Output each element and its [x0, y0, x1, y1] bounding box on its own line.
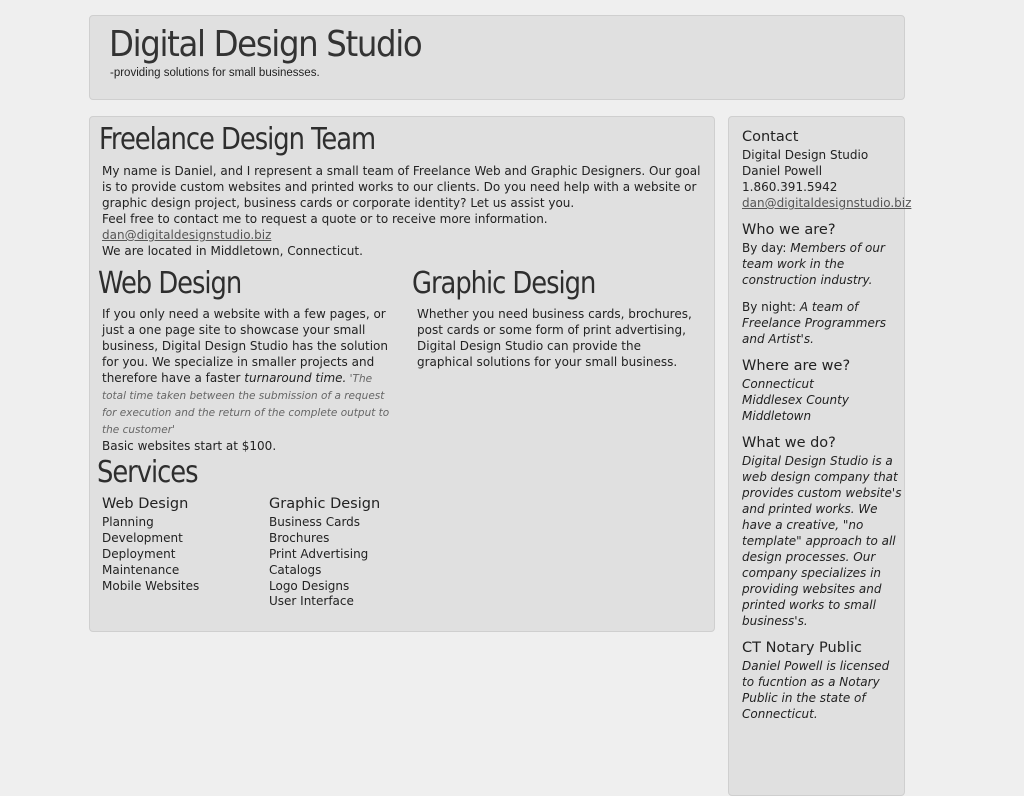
list-item: Planning	[102, 514, 154, 529]
list-item: Business Cards	[269, 514, 361, 529]
contact-company: Digital Design Studio	[742, 148, 869, 162]
where-city: Middletown	[742, 409, 812, 423]
site-title: Digital Design Studio	[109, 24, 423, 65]
site-header: Digital Design Studio -providing solutio…	[89, 15, 905, 100]
notary-section: CT Notary Public Daniel Powell is licens…	[742, 638, 902, 722]
services-graphic-column: Graphic Design Business Cards Brochures …	[269, 496, 429, 610]
what-heading: What we do?	[742, 435, 836, 451]
site-tagline: -providing solutions for small businesse…	[110, 67, 320, 79]
main-content-panel: Freelance Design Team My name is Daniel,…	[89, 116, 715, 632]
who-heading: Who we are?	[742, 222, 836, 238]
services-heading: Services	[97, 455, 199, 490]
where-state: Connecticut	[742, 377, 814, 391]
contact-phone: 1.860.391.5942	[742, 180, 838, 194]
list-item: Development	[102, 530, 183, 545]
list-item: Print Advertising	[269, 546, 369, 561]
graphic-design-heading: Graphic Design	[412, 266, 596, 301]
turnaround-emphasis: turnaround time.	[244, 371, 347, 385]
intro-heading: Freelance Design Team	[99, 122, 376, 157]
services-graphic-title: Graphic Design	[269, 496, 381, 512]
list-item: Maintenance	[102, 562, 180, 577]
services-web-list: Planning Development Deployment Maintena…	[102, 515, 252, 595]
contact-email-link[interactable]: dan@digitaldesignstudio.biz	[742, 196, 911, 210]
where-section: Where are we? Connecticut Middlesex Coun…	[742, 356, 902, 424]
intro-text: My name is Daniel, and I represent a sma…	[102, 163, 704, 259]
list-item: Logo Designs	[269, 578, 350, 593]
contact-heading: Contact	[742, 129, 799, 145]
services-web-column: Web Design Planning Development Deployme…	[102, 496, 252, 595]
web-design-heading: Web Design	[98, 266, 242, 301]
graphic-design-text: Whether you need business cards, brochur…	[417, 306, 697, 370]
list-item: Deployment	[102, 546, 176, 561]
intro-location: We are located in Middletown, Connecticu…	[102, 244, 363, 258]
intro-contact-line: Feel free to contact me to request a quo…	[102, 212, 548, 226]
sidebar-content: Contact Digital Design Studio Daniel Pow…	[742, 127, 911, 731]
where-county: Middlesex County	[742, 393, 849, 407]
intro-paragraph: My name is Daniel, and I represent a sma…	[102, 164, 701, 210]
who-section: Who we are? By day: Members of our team …	[742, 220, 902, 347]
graphic-design-body: Whether you need business cards, brochur…	[417, 307, 692, 369]
notary-heading: CT Notary Public	[742, 640, 862, 656]
list-item: Mobile Websites	[102, 578, 200, 593]
where-heading: Where are we?	[742, 358, 851, 374]
by-night-label: By night:	[742, 300, 800, 314]
list-item: Brochures	[269, 530, 330, 545]
what-section: What we do? Digital Design Studio is a w…	[742, 433, 902, 629]
what-text: Digital Design Studio is a web design co…	[742, 454, 902, 628]
services-graphic-list: Business Cards Brochures Print Advertisi…	[269, 515, 429, 610]
contact-name: Daniel Powell	[742, 164, 823, 178]
list-item: User Interface	[269, 594, 354, 609]
notary-text: Daniel Powell is licensed to fucntion as…	[742, 659, 890, 721]
list-item: Catalogs	[269, 562, 322, 577]
sidebar-panel: Contact Digital Design Studio Daniel Pow…	[728, 116, 911, 796]
web-design-price: Basic websites start at $100.	[102, 439, 277, 453]
contact-section: Contact Digital Design Studio Daniel Pow…	[742, 127, 911, 211]
web-design-text: If you only need a website with a few pa…	[102, 306, 390, 454]
intro-email-link[interactable]: dan@digitaldesignstudio.biz	[102, 228, 271, 242]
by-day-label: By day:	[742, 241, 791, 255]
services-web-title: Web Design	[102, 496, 189, 512]
